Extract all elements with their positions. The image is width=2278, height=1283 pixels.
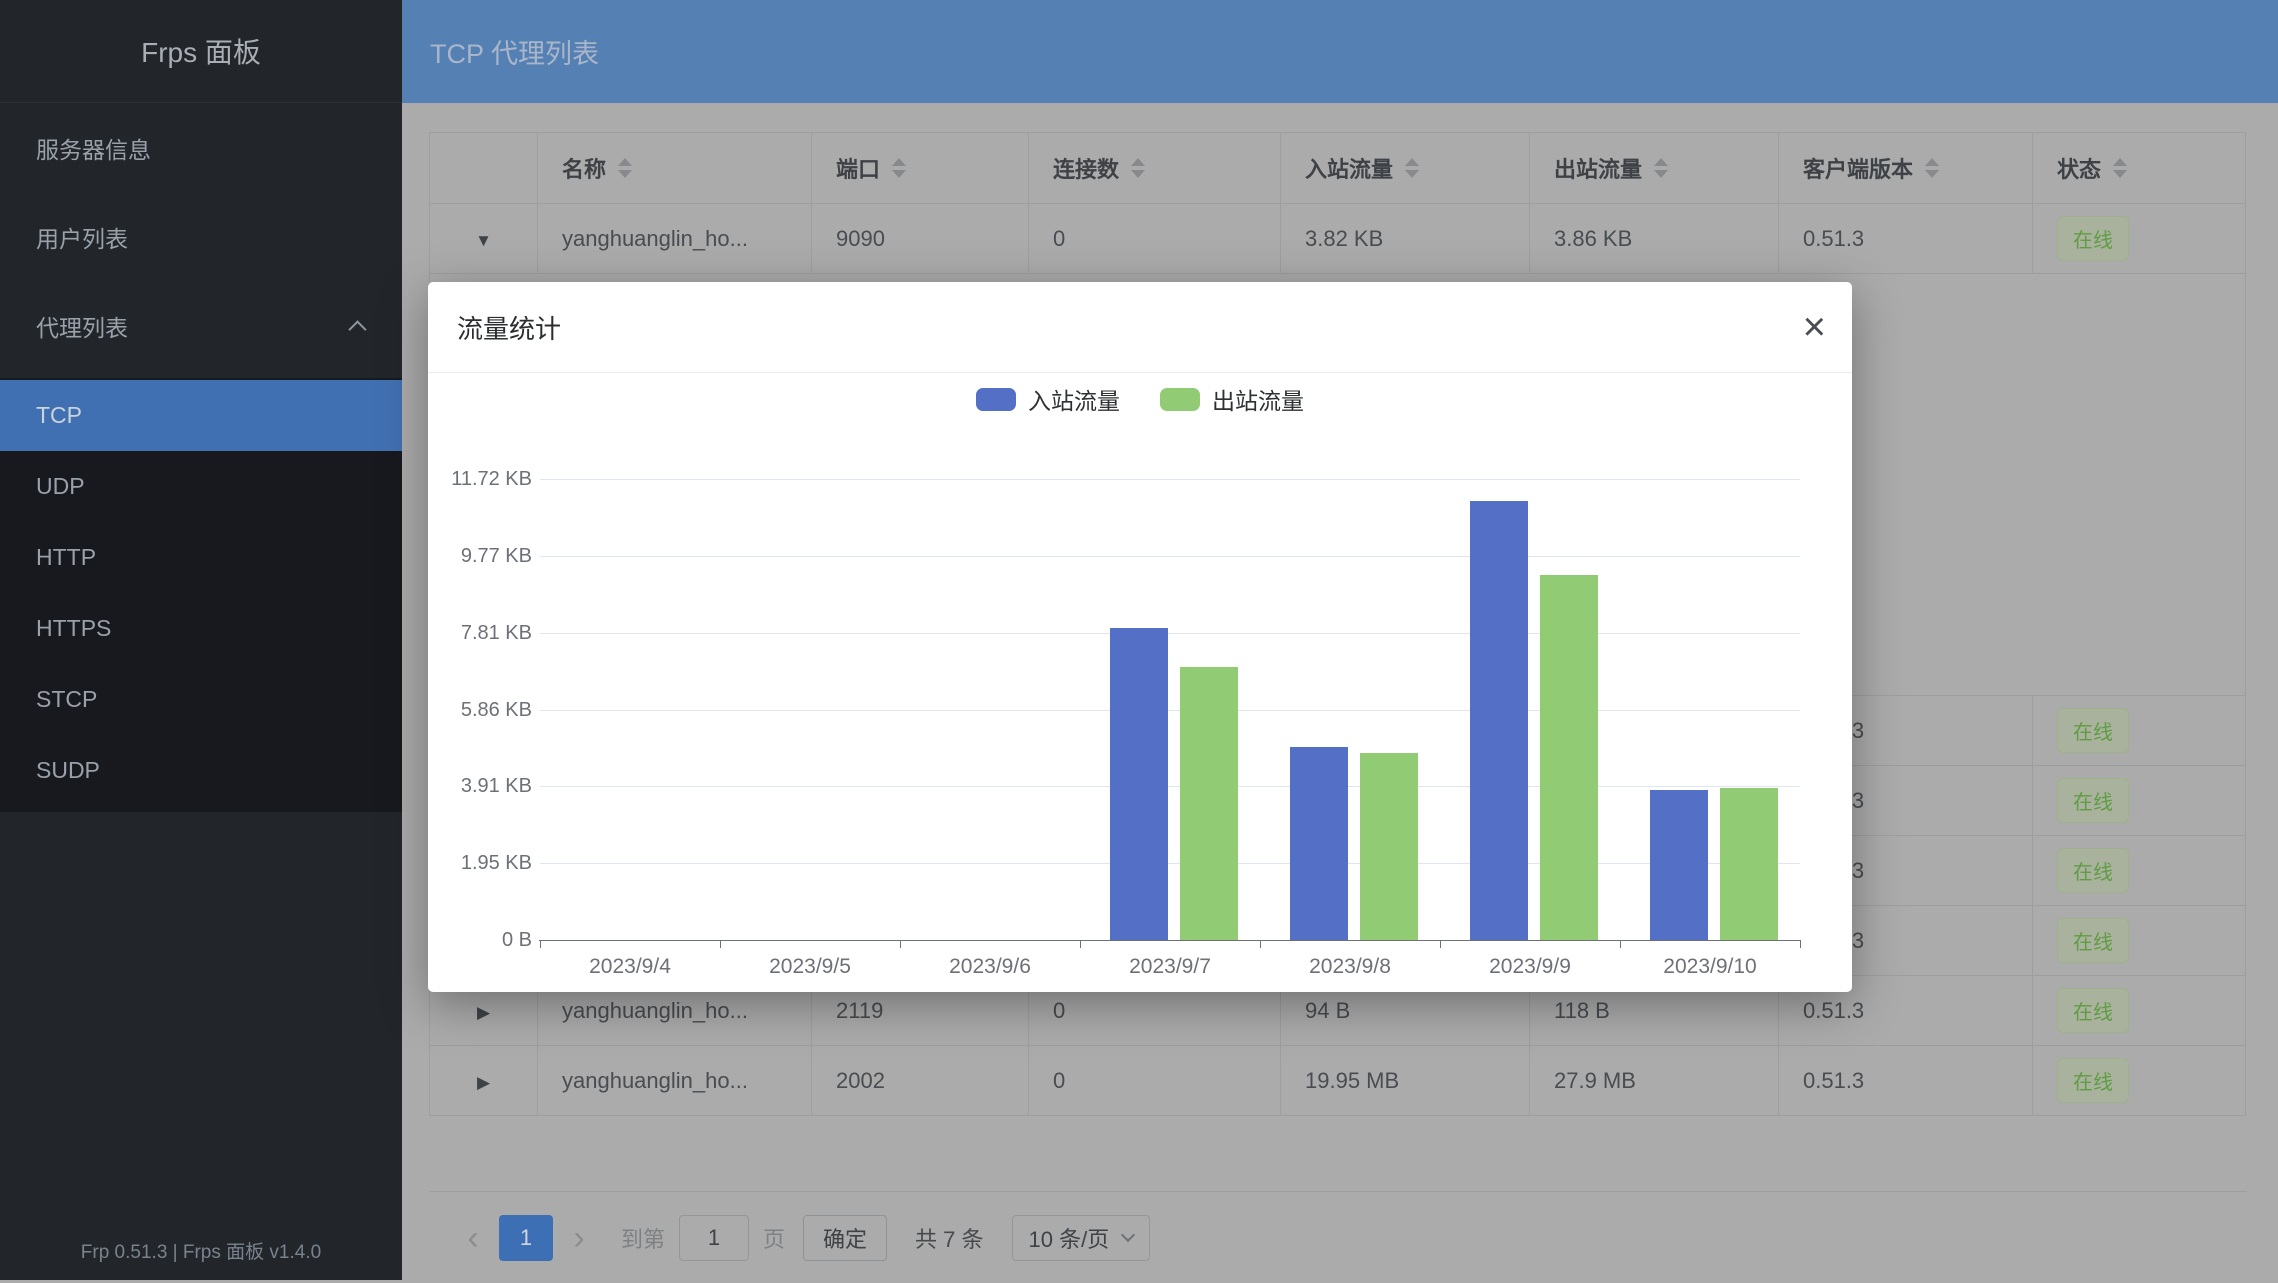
y-axis-label: 7.81 KB: [430, 620, 532, 646]
axis-tick: [1800, 940, 1801, 948]
gridline: [540, 710, 1800, 711]
chart-bar: [1650, 790, 1708, 940]
chart-bar: [1290, 747, 1348, 940]
gridline: [540, 633, 1800, 634]
axis-tick: [1260, 940, 1261, 948]
axis-tick: [1080, 940, 1081, 948]
axis-tick: [1620, 940, 1621, 948]
gridline: [540, 863, 1800, 864]
chart-bar: [1180, 667, 1238, 940]
y-axis-label: 11.72 KB: [430, 466, 532, 492]
y-axis-label: 1.95 KB: [430, 850, 532, 876]
axis-tick: [1440, 940, 1441, 948]
chart-bar: [1360, 753, 1418, 940]
gridline: [540, 786, 1800, 787]
axis-tick: [900, 940, 901, 948]
y-axis-label: 3.91 KB: [430, 773, 532, 799]
x-axis-label: 2023/9/8: [1265, 954, 1435, 980]
x-axis-label: 2023/9/10: [1625, 954, 1795, 980]
x-axis-label: 2023/9/6: [905, 954, 1075, 980]
chart-bar: [1470, 501, 1528, 940]
x-axis-label: 2023/9/7: [1085, 954, 1255, 980]
y-axis-label: 0 B: [430, 927, 532, 953]
x-axis-label: 2023/9/5: [725, 954, 895, 980]
axis-tick: [540, 940, 541, 948]
traffic-stats-modal: 流量统计 × 入站流量出站流量 0 B1.95 KB3.91 KB5.86 KB…: [428, 282, 1852, 992]
chart-area: 0 B 1.95 KB 3.91 KB 5.86 KB 7.81 KB 9.77 KB 11…: [428, 282, 1852, 992]
chart-bar: [1720, 788, 1778, 940]
axis-tick: [720, 940, 721, 948]
x-axis-line: [539, 940, 1801, 941]
x-axis-label: 2023/9/9: [1445, 954, 1615, 980]
y-axis-label: 5.86 KB: [430, 697, 532, 723]
gridline: [540, 479, 1800, 480]
chart-bar: [1110, 628, 1168, 940]
gridline: [540, 556, 1800, 557]
y-axis-label: 9.77 KB: [430, 543, 532, 569]
chart-bar: [1540, 575, 1598, 940]
x-axis-label: 2023/9/4: [545, 954, 715, 980]
